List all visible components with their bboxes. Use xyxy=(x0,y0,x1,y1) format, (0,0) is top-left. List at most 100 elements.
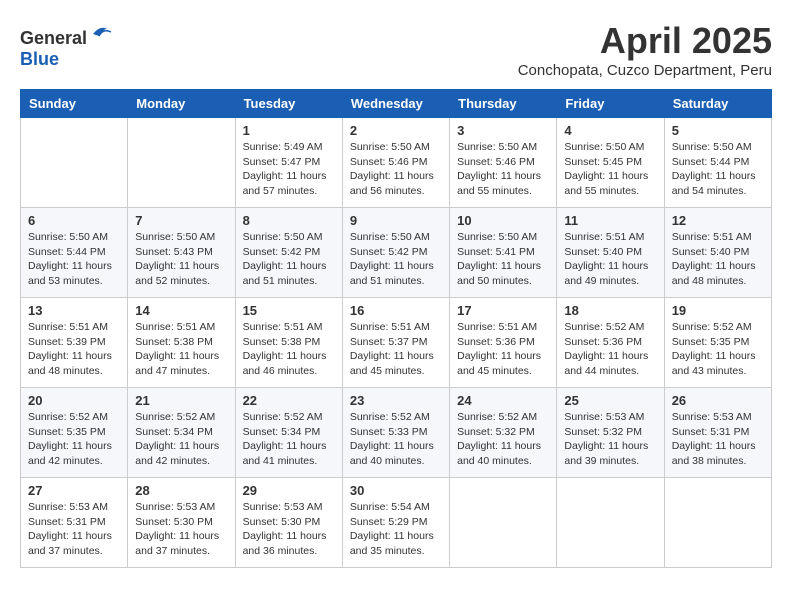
calendar-cell: 21 Sunrise: 5:52 AM Sunset: 5:34 PM Dayl… xyxy=(128,388,235,478)
day-number: 1 xyxy=(243,123,335,138)
calendar-cell: 14 Sunrise: 5:51 AM Sunset: 5:38 PM Dayl… xyxy=(128,298,235,388)
calendar-cell: 10 Sunrise: 5:50 AM Sunset: 5:41 PM Dayl… xyxy=(450,208,557,298)
calendar-cell: 8 Sunrise: 5:50 AM Sunset: 5:42 PM Dayli… xyxy=(235,208,342,298)
weekday-header: Friday xyxy=(557,90,664,118)
day-info: Sunrise: 5:52 AM Sunset: 5:33 PM Dayligh… xyxy=(350,410,442,469)
sunset-text: Sunset: 5:46 PM xyxy=(457,156,535,168)
calendar-cell: 7 Sunrise: 5:50 AM Sunset: 5:43 PM Dayli… xyxy=(128,208,235,298)
day-info: Sunrise: 5:51 AM Sunset: 5:40 PM Dayligh… xyxy=(564,230,656,289)
sunset-text: Sunset: 5:30 PM xyxy=(135,516,213,528)
day-info: Sunrise: 5:53 AM Sunset: 5:30 PM Dayligh… xyxy=(135,500,227,559)
calendar-cell: 11 Sunrise: 5:51 AM Sunset: 5:40 PM Dayl… xyxy=(557,208,664,298)
day-info: Sunrise: 5:53 AM Sunset: 5:31 PM Dayligh… xyxy=(672,410,764,469)
daylight-text: Daylight: 11 hours and 42 minutes. xyxy=(28,440,112,467)
calendar-cell: 17 Sunrise: 5:51 AM Sunset: 5:36 PM Dayl… xyxy=(450,298,557,388)
sunrise-text: Sunrise: 5:50 AM xyxy=(243,231,323,243)
day-number: 30 xyxy=(350,483,442,498)
sunset-text: Sunset: 5:46 PM xyxy=(350,156,428,168)
calendar-cell: 20 Sunrise: 5:52 AM Sunset: 5:35 PM Dayl… xyxy=(21,388,128,478)
daylight-text: Daylight: 11 hours and 45 minutes. xyxy=(457,350,541,377)
daylight-text: Daylight: 11 hours and 40 minutes. xyxy=(457,440,541,467)
day-number: 21 xyxy=(135,393,227,408)
logo: General Blue xyxy=(20,20,113,70)
day-info: Sunrise: 5:53 AM Sunset: 5:31 PM Dayligh… xyxy=(28,500,120,559)
calendar-cell: 19 Sunrise: 5:52 AM Sunset: 5:35 PM Dayl… xyxy=(664,298,771,388)
sunrise-text: Sunrise: 5:52 AM xyxy=(135,411,215,423)
sunrise-text: Sunrise: 5:50 AM xyxy=(28,231,108,243)
daylight-text: Daylight: 11 hours and 57 minutes. xyxy=(243,170,327,197)
daylight-text: Daylight: 11 hours and 54 minutes. xyxy=(672,170,756,197)
day-info: Sunrise: 5:52 AM Sunset: 5:36 PM Dayligh… xyxy=(564,320,656,379)
calendar-cell: 29 Sunrise: 5:53 AM Sunset: 5:30 PM Dayl… xyxy=(235,478,342,568)
day-info: Sunrise: 5:52 AM Sunset: 5:32 PM Dayligh… xyxy=(457,410,549,469)
calendar-week-row: 6 Sunrise: 5:50 AM Sunset: 5:44 PM Dayli… xyxy=(21,208,772,298)
calendar-cell: 3 Sunrise: 5:50 AM Sunset: 5:46 PM Dayli… xyxy=(450,118,557,208)
sunrise-text: Sunrise: 5:53 AM xyxy=(672,411,752,423)
daylight-text: Daylight: 11 hours and 39 minutes. xyxy=(564,440,648,467)
day-info: Sunrise: 5:53 AM Sunset: 5:30 PM Dayligh… xyxy=(243,500,335,559)
sunset-text: Sunset: 5:44 PM xyxy=(672,156,750,168)
sunrise-text: Sunrise: 5:50 AM xyxy=(135,231,215,243)
sunrise-text: Sunrise: 5:52 AM xyxy=(564,321,644,333)
weekday-header: Thursday xyxy=(450,90,557,118)
sunset-text: Sunset: 5:44 PM xyxy=(28,246,106,258)
day-info: Sunrise: 5:52 AM Sunset: 5:34 PM Dayligh… xyxy=(135,410,227,469)
day-info: Sunrise: 5:50 AM Sunset: 5:41 PM Dayligh… xyxy=(457,230,549,289)
sunrise-text: Sunrise: 5:52 AM xyxy=(457,411,537,423)
daylight-text: Daylight: 11 hours and 45 minutes. xyxy=(350,350,434,377)
day-number: 9 xyxy=(350,213,442,228)
calendar-cell: 6 Sunrise: 5:50 AM Sunset: 5:44 PM Dayli… xyxy=(21,208,128,298)
sunset-text: Sunset: 5:41 PM xyxy=(457,246,535,258)
day-number: 3 xyxy=(457,123,549,138)
sunrise-text: Sunrise: 5:52 AM xyxy=(28,411,108,423)
sunset-text: Sunset: 5:34 PM xyxy=(243,426,321,438)
day-info: Sunrise: 5:54 AM Sunset: 5:29 PM Dayligh… xyxy=(350,500,442,559)
weekday-header: Monday xyxy=(128,90,235,118)
day-info: Sunrise: 5:49 AM Sunset: 5:47 PM Dayligh… xyxy=(243,140,335,199)
day-number: 17 xyxy=(457,303,549,318)
calendar-week-row: 27 Sunrise: 5:53 AM Sunset: 5:31 PM Dayl… xyxy=(21,478,772,568)
daylight-text: Daylight: 11 hours and 46 minutes. xyxy=(243,350,327,377)
sunset-text: Sunset: 5:36 PM xyxy=(564,336,642,348)
day-number: 25 xyxy=(564,393,656,408)
day-number: 28 xyxy=(135,483,227,498)
sunrise-text: Sunrise: 5:50 AM xyxy=(672,141,752,153)
page-header: General Blue April 2025 Conchopata, Cuzc… xyxy=(20,20,772,79)
calendar-cell: 23 Sunrise: 5:52 AM Sunset: 5:33 PM Dayl… xyxy=(342,388,449,478)
day-number: 29 xyxy=(243,483,335,498)
logo-general: General xyxy=(20,28,87,48)
weekday-header: Saturday xyxy=(664,90,771,118)
day-info: Sunrise: 5:50 AM Sunset: 5:46 PM Dayligh… xyxy=(350,140,442,199)
day-info: Sunrise: 5:53 AM Sunset: 5:32 PM Dayligh… xyxy=(564,410,656,469)
location-subtitle: Conchopata, Cuzco Department, Peru xyxy=(518,62,772,79)
sunrise-text: Sunrise: 5:49 AM xyxy=(243,141,323,153)
sunrise-text: Sunrise: 5:53 AM xyxy=(564,411,644,423)
day-info: Sunrise: 5:50 AM Sunset: 5:45 PM Dayligh… xyxy=(564,140,656,199)
calendar-cell: 27 Sunrise: 5:53 AM Sunset: 5:31 PM Dayl… xyxy=(21,478,128,568)
title-block: April 2025 Conchopata, Cuzco Department,… xyxy=(518,20,772,79)
sunrise-text: Sunrise: 5:53 AM xyxy=(243,501,323,513)
day-number: 14 xyxy=(135,303,227,318)
calendar-cell: 28 Sunrise: 5:53 AM Sunset: 5:30 PM Dayl… xyxy=(128,478,235,568)
day-number: 16 xyxy=(350,303,442,318)
sunset-text: Sunset: 5:38 PM xyxy=(243,336,321,348)
daylight-text: Daylight: 11 hours and 35 minutes. xyxy=(350,530,434,557)
day-info: Sunrise: 5:51 AM Sunset: 5:36 PM Dayligh… xyxy=(457,320,549,379)
day-number: 2 xyxy=(350,123,442,138)
sunset-text: Sunset: 5:39 PM xyxy=(28,336,106,348)
calendar-cell: 15 Sunrise: 5:51 AM Sunset: 5:38 PM Dayl… xyxy=(235,298,342,388)
calendar-cell: 12 Sunrise: 5:51 AM Sunset: 5:40 PM Dayl… xyxy=(664,208,771,298)
sunset-text: Sunset: 5:40 PM xyxy=(672,246,750,258)
calendar-cell: 18 Sunrise: 5:52 AM Sunset: 5:36 PM Dayl… xyxy=(557,298,664,388)
day-number: 26 xyxy=(672,393,764,408)
daylight-text: Daylight: 11 hours and 48 minutes. xyxy=(28,350,112,377)
daylight-text: Daylight: 11 hours and 43 minutes. xyxy=(672,350,756,377)
daylight-text: Daylight: 11 hours and 56 minutes. xyxy=(350,170,434,197)
daylight-text: Daylight: 11 hours and 52 minutes. xyxy=(135,260,219,287)
calendar-cell: 30 Sunrise: 5:54 AM Sunset: 5:29 PM Dayl… xyxy=(342,478,449,568)
sunset-text: Sunset: 5:31 PM xyxy=(672,426,750,438)
day-number: 18 xyxy=(564,303,656,318)
daylight-text: Daylight: 11 hours and 37 minutes. xyxy=(135,530,219,557)
calendar-cell: 22 Sunrise: 5:52 AM Sunset: 5:34 PM Dayl… xyxy=(235,388,342,478)
calendar-cell: 13 Sunrise: 5:51 AM Sunset: 5:39 PM Dayl… xyxy=(21,298,128,388)
